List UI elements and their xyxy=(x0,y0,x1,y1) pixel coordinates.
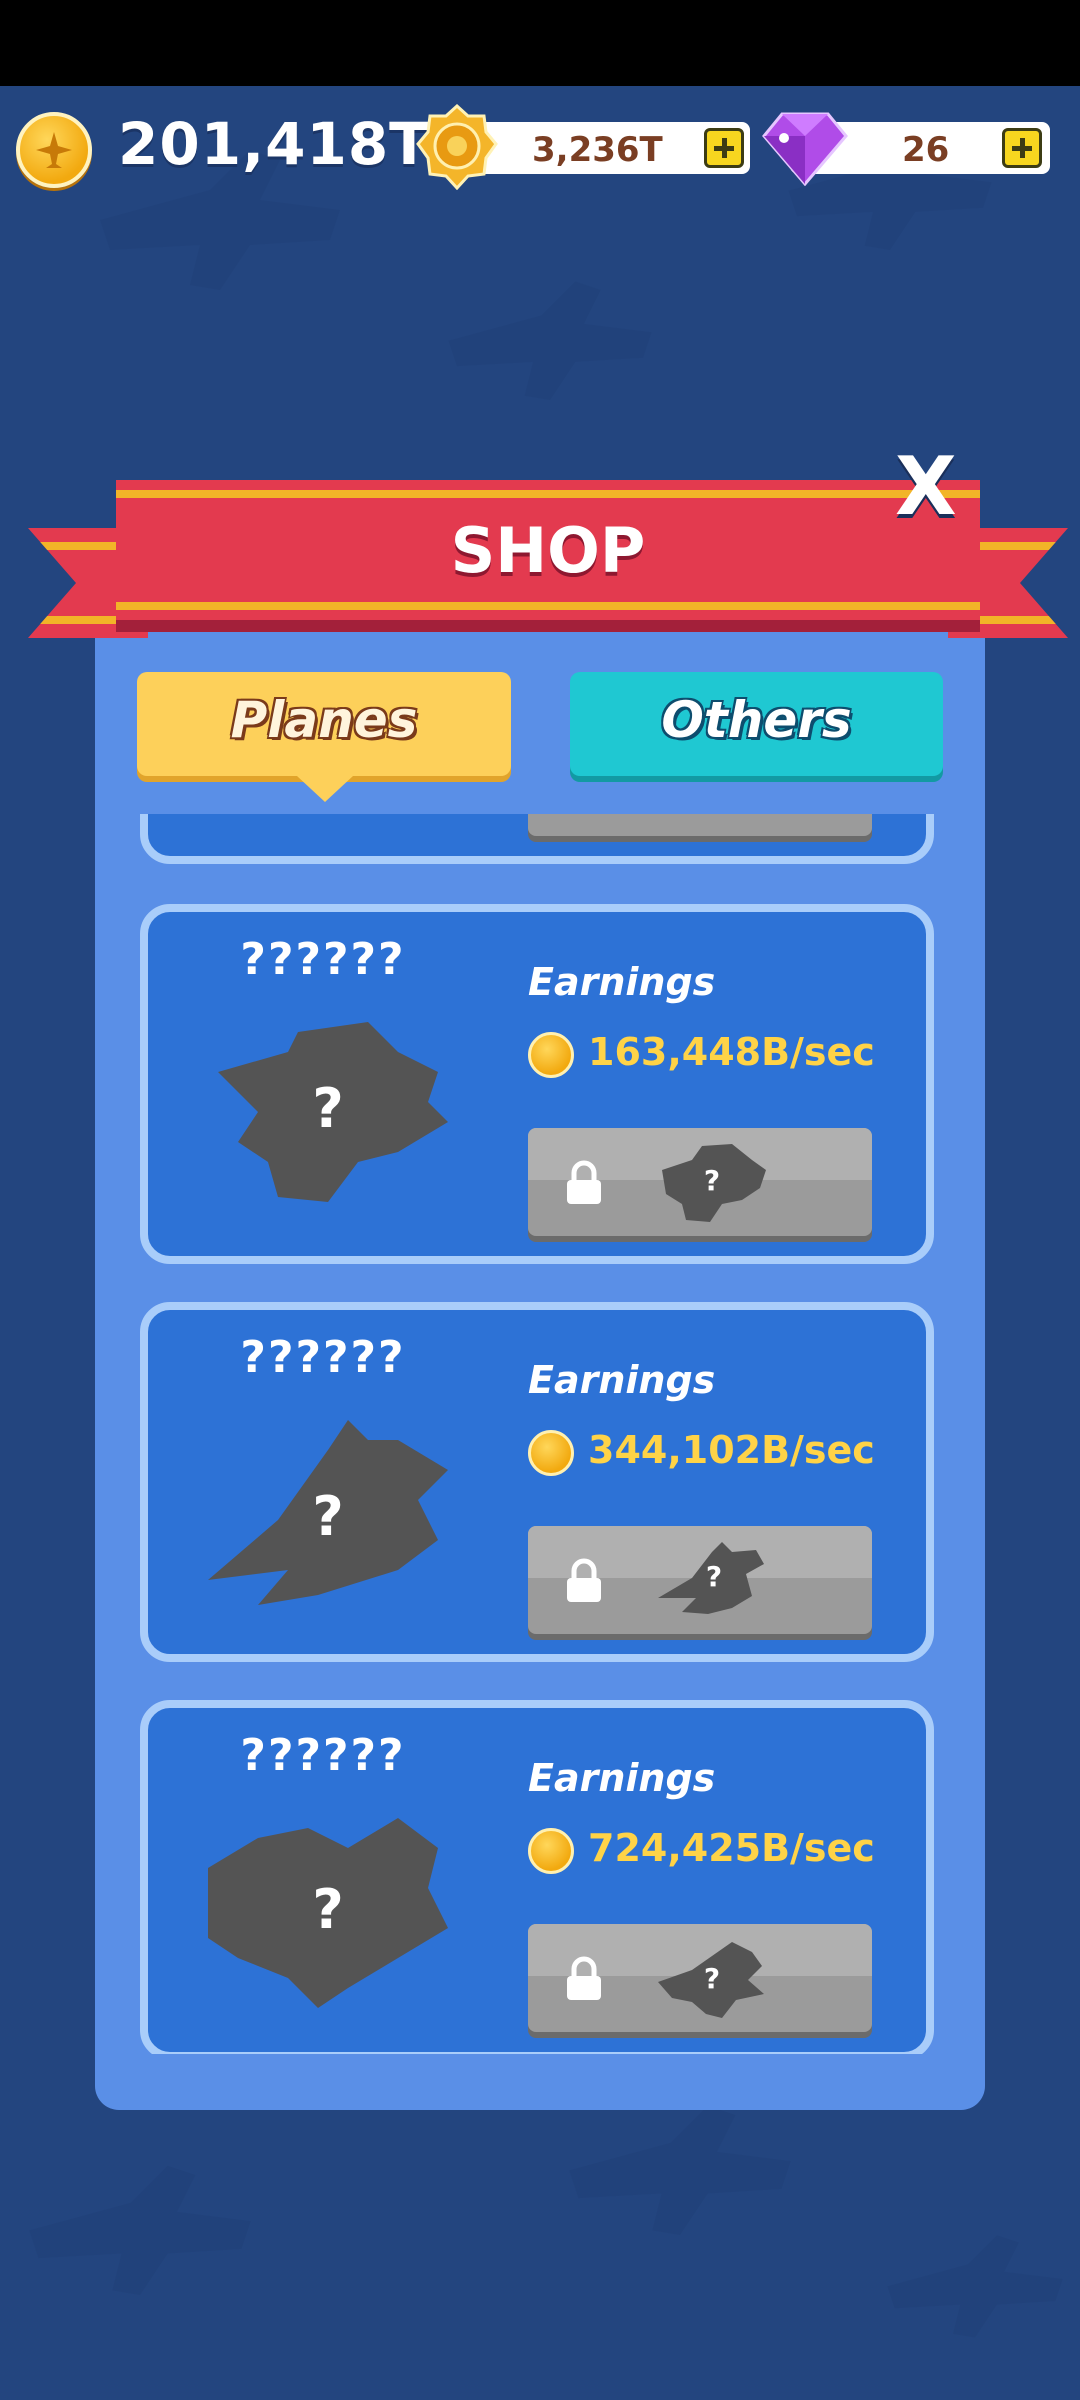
tab-others-label: Others xyxy=(661,691,852,749)
medal-icon xyxy=(416,104,498,190)
plane-coin-icon xyxy=(528,1430,574,1476)
locked-plane-thumbnail-icon: ? xyxy=(658,1542,764,1614)
background-plane-icon xyxy=(448,281,652,400)
plane-coin-icon xyxy=(528,1828,574,1874)
plane-name: ?????? xyxy=(240,1730,406,1781)
main-balance: 201,418T xyxy=(118,110,430,178)
tab-selected-pointer xyxy=(297,776,353,802)
plane-name: ?????? xyxy=(240,934,406,985)
list-item xyxy=(140,814,934,864)
buy-button-locked[interactable]: ? xyxy=(528,1526,872,1634)
gem-icon xyxy=(762,112,848,186)
status-bar xyxy=(0,0,1080,86)
svg-text:?: ? xyxy=(312,1878,343,1941)
plane-coin-icon xyxy=(16,112,92,188)
plane-coin-icon xyxy=(528,1032,574,1078)
earnings-label: Earnings xyxy=(528,1756,716,1800)
locked-plane-silhouette-icon: ? xyxy=(208,1420,448,1605)
lock-icon xyxy=(567,1956,601,2000)
currency-bar: 201,418T 3,236T 26 xyxy=(0,86,1080,206)
page-title: SHOP xyxy=(450,514,646,587)
add-gems-button[interactable] xyxy=(1002,128,1042,168)
lock-icon xyxy=(567,1558,601,1602)
plane-list[interactable]: ?????? ? Earnings 163,448B/sec ? ?????? … xyxy=(132,814,942,2054)
svg-text:?: ? xyxy=(312,1485,343,1548)
earnings-label: Earnings xyxy=(528,960,716,1004)
gem-balance: 26 xyxy=(902,130,950,170)
locked-plane-thumbnail-icon: ? xyxy=(662,1144,766,1222)
locked-plane-silhouette-icon: ? xyxy=(218,1022,448,1202)
list-item: ?????? ? Earnings 344,102B/sec ? xyxy=(140,1302,934,1662)
add-medals-button[interactable] xyxy=(704,128,744,168)
tab-planes[interactable]: Planes xyxy=(137,672,511,802)
svg-text:?: ? xyxy=(312,1077,343,1140)
buy-button-locked[interactable]: ? xyxy=(528,1924,872,2032)
svg-text:?: ? xyxy=(704,1164,720,1197)
background-plane-icon xyxy=(569,2105,791,2235)
tab-others[interactable]: Others xyxy=(570,672,943,776)
svg-text:?: ? xyxy=(704,1962,720,1995)
close-button[interactable]: X xyxy=(895,440,957,533)
ribbon-banner: SHOP xyxy=(116,480,980,620)
medal-balance: 3,236T xyxy=(532,130,663,170)
earnings-label: Earnings xyxy=(528,1358,716,1402)
tab-planes-label: Planes xyxy=(230,691,418,749)
background-plane-icon xyxy=(887,2235,1063,2338)
list-item: ?????? ? Earnings 724,425B/sec ? xyxy=(140,1700,934,2054)
earnings-value: 344,102B/sec xyxy=(588,1428,875,1472)
plane-name: ?????? xyxy=(240,1332,406,1383)
buy-button-locked[interactable]: ? xyxy=(528,1128,872,1236)
locked-plane-thumbnail-icon: ? xyxy=(658,1942,764,2018)
buy-button[interactable] xyxy=(528,814,872,836)
earnings-value: 724,425B/sec xyxy=(588,1826,875,1870)
locked-plane-silhouette-icon: ? xyxy=(208,1818,448,2008)
lock-icon xyxy=(567,1160,601,1204)
earnings-value: 163,448B/sec xyxy=(588,1030,875,1074)
background-plane-icon xyxy=(29,2165,251,2295)
svg-text:?: ? xyxy=(706,1560,722,1593)
list-item: ?????? ? Earnings 163,448B/sec ? xyxy=(140,904,934,1264)
